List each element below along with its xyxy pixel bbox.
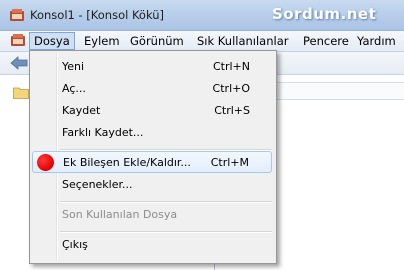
back-arrow-icon[interactable] bbox=[10, 56, 28, 70]
menu-yardim[interactable]: Yardım bbox=[353, 33, 400, 49]
menu-item-shortcut: Ctrl+O bbox=[212, 82, 250, 95]
menu-item-yeni[interactable]: Yeni Ctrl+N bbox=[32, 56, 272, 78]
menu-item-shortcut: Ctrl+S bbox=[214, 104, 250, 117]
watermark-logo: Sordum.net bbox=[272, 5, 377, 23]
menu-item-ek-bilesen[interactable]: Ek Bileşen Ekle/Kaldır... Ctrl+M bbox=[32, 151, 272, 173]
window-title: Konsol1 - [Konsol Kökü] bbox=[30, 8, 165, 22]
menu-bar: Dosya Eylem Görünüm Sık Kullanılanlar Pe… bbox=[0, 31, 404, 52]
menu-item-farkli-kaydet[interactable]: Farklı Kaydet... bbox=[32, 122, 272, 144]
menu-sik-kullanilanlar[interactable]: Sık Kullanılanlar bbox=[193, 33, 293, 49]
menu-item-shortcut: Ctrl+N bbox=[212, 60, 250, 73]
menu-item-secenekler[interactable]: Seçenekler... bbox=[32, 174, 272, 196]
menu-item-label: Farklı Kaydet... bbox=[62, 126, 144, 139]
menu-item-label: Son Kullanılan Dosya bbox=[62, 208, 178, 221]
menu-item-ac[interactable]: Aç... Ctrl+O bbox=[32, 78, 272, 100]
title-bar: Konsol1 - [Konsol Kökü] Sordum.net bbox=[0, 0, 404, 31]
menu-item-shortcut: Ctrl+M bbox=[210, 156, 249, 169]
menu-item-cikis[interactable]: Çıkış bbox=[32, 234, 272, 256]
menu-item-label: Yeni bbox=[62, 60, 85, 73]
file-menu-dropdown: Yeni Ctrl+N Aç... Ctrl+O Kaydet Ctrl+S F… bbox=[29, 50, 277, 264]
menu-gorunum[interactable]: Görünüm bbox=[126, 33, 188, 49]
menu-separator bbox=[60, 201, 272, 203]
menu-dosya[interactable]: Dosya bbox=[29, 32, 75, 50]
console-menu-icon[interactable] bbox=[10, 33, 26, 47]
menu-item-label: Kaydet bbox=[62, 104, 101, 117]
folder-icon[interactable] bbox=[13, 86, 29, 99]
console-app-icon bbox=[10, 9, 24, 21]
menu-eylem[interactable]: Eylem bbox=[80, 33, 124, 49]
menu-item-label: Ek Bileşen Ekle/Kaldır... bbox=[63, 156, 191, 169]
menu-item-son-kullanilan: Son Kullanılan Dosya bbox=[32, 204, 272, 226]
red-dot-marker-icon bbox=[37, 154, 54, 171]
menu-item-label: Çıkış bbox=[62, 238, 88, 251]
menu-item-label: Seçenekler... bbox=[62, 178, 133, 191]
menu-separator bbox=[60, 231, 272, 233]
menu-item-label: Aç... bbox=[62, 82, 86, 95]
menu-pencere[interactable]: Pencere bbox=[299, 33, 353, 49]
menu-item-kaydet[interactable]: Kaydet Ctrl+S bbox=[32, 100, 272, 122]
